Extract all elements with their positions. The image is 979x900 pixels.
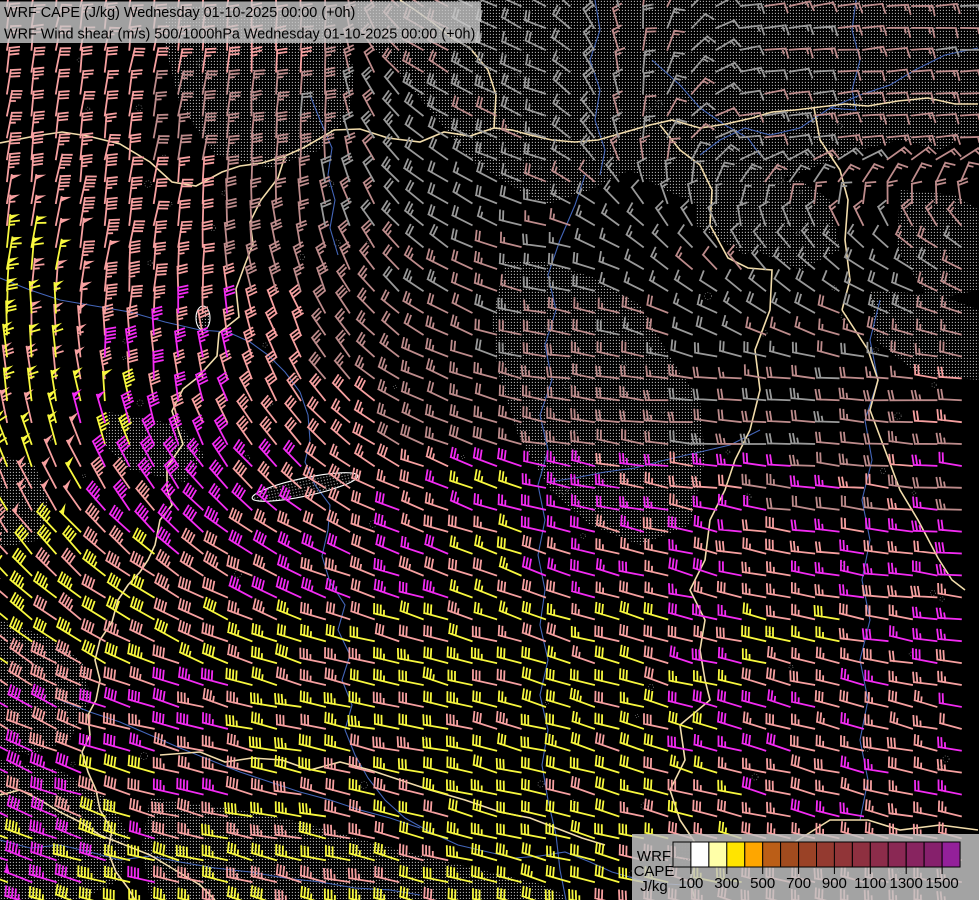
svg-text:100: 100 [678,875,703,892]
svg-text:900: 900 [822,875,847,892]
svg-text:1300: 1300 [890,875,923,892]
svg-text:1500: 1500 [925,875,958,892]
svg-text:1100: 1100 [854,875,886,892]
svg-text:J/kg: J/kg [640,878,668,895]
svg-text:300: 300 [714,875,739,892]
svg-text:WRF Wind shear (m/s) 500/1000h: WRF Wind shear (m/s) 500/1000hPa Wednesd… [4,27,475,43]
svg-text:WRF CAPE (J/kg) Wednesday 01-1: WRF CAPE (J/kg) Wednesday 01-10-2025 00:… [4,5,355,21]
svg-text:700: 700 [786,875,811,892]
svg-text:500: 500 [750,875,775,892]
